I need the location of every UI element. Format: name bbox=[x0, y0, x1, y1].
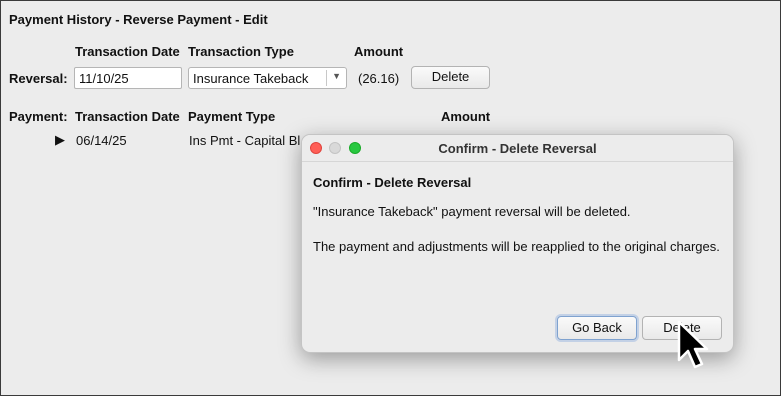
payment-header-amount: Amount bbox=[441, 109, 491, 124]
dialog-title: Confirm - Delete Reversal bbox=[438, 141, 597, 156]
select-divider bbox=[326, 70, 327, 86]
go-back-button[interactable]: Go Back bbox=[557, 316, 637, 340]
reversal-amount: (26.16) bbox=[358, 71, 400, 86]
dialog-message-line2: The payment and adjustments will be reap… bbox=[313, 239, 720, 254]
reversal-header-transaction-date: Transaction Date bbox=[75, 44, 180, 59]
confirm-delete-dialog: Confirm - Delete Reversal Confirm - Dele… bbox=[301, 134, 734, 353]
payment-header-transaction-date: Transaction Date bbox=[75, 109, 180, 124]
reversal-transaction-type-select[interactable]: Insurance Takeback ▼ bbox=[188, 67, 347, 89]
reversal-transaction-date-value: 11/10/25 bbox=[79, 71, 129, 86]
chevron-down-icon: ▼ bbox=[332, 71, 341, 81]
payment-transaction-date: 06/14/25 bbox=[76, 133, 127, 148]
dialog-heading: Confirm - Delete Reversal bbox=[313, 175, 472, 190]
reversal-header-transaction-type: Transaction Type bbox=[188, 44, 294, 59]
reversal-transaction-type-value: Insurance Takeback bbox=[193, 71, 309, 86]
reversal-delete-button[interactable]: Delete bbox=[411, 66, 490, 89]
window-title: Payment History - Reverse Payment - Edit bbox=[9, 12, 268, 27]
reversal-header-amount: Amount bbox=[354, 44, 404, 59]
disclosure-triangle-icon[interactable]: ▶ bbox=[55, 132, 65, 148]
payment-header-payment-type: Payment Type bbox=[188, 109, 276, 124]
reversal-label: Reversal: bbox=[9, 71, 68, 86]
payment-label: Payment: bbox=[9, 109, 68, 124]
dialog-titlebar: Confirm - Delete Reversal bbox=[302, 135, 733, 162]
mouse-pointer-icon bbox=[677, 320, 709, 369]
dialog-message-line1: "Insurance Takeback" payment reversal wi… bbox=[313, 204, 631, 219]
reversal-transaction-date-field[interactable]: 11/10/25 bbox=[74, 67, 182, 89]
payment-type: Ins Pmt - Capital Bl bbox=[189, 133, 301, 148]
